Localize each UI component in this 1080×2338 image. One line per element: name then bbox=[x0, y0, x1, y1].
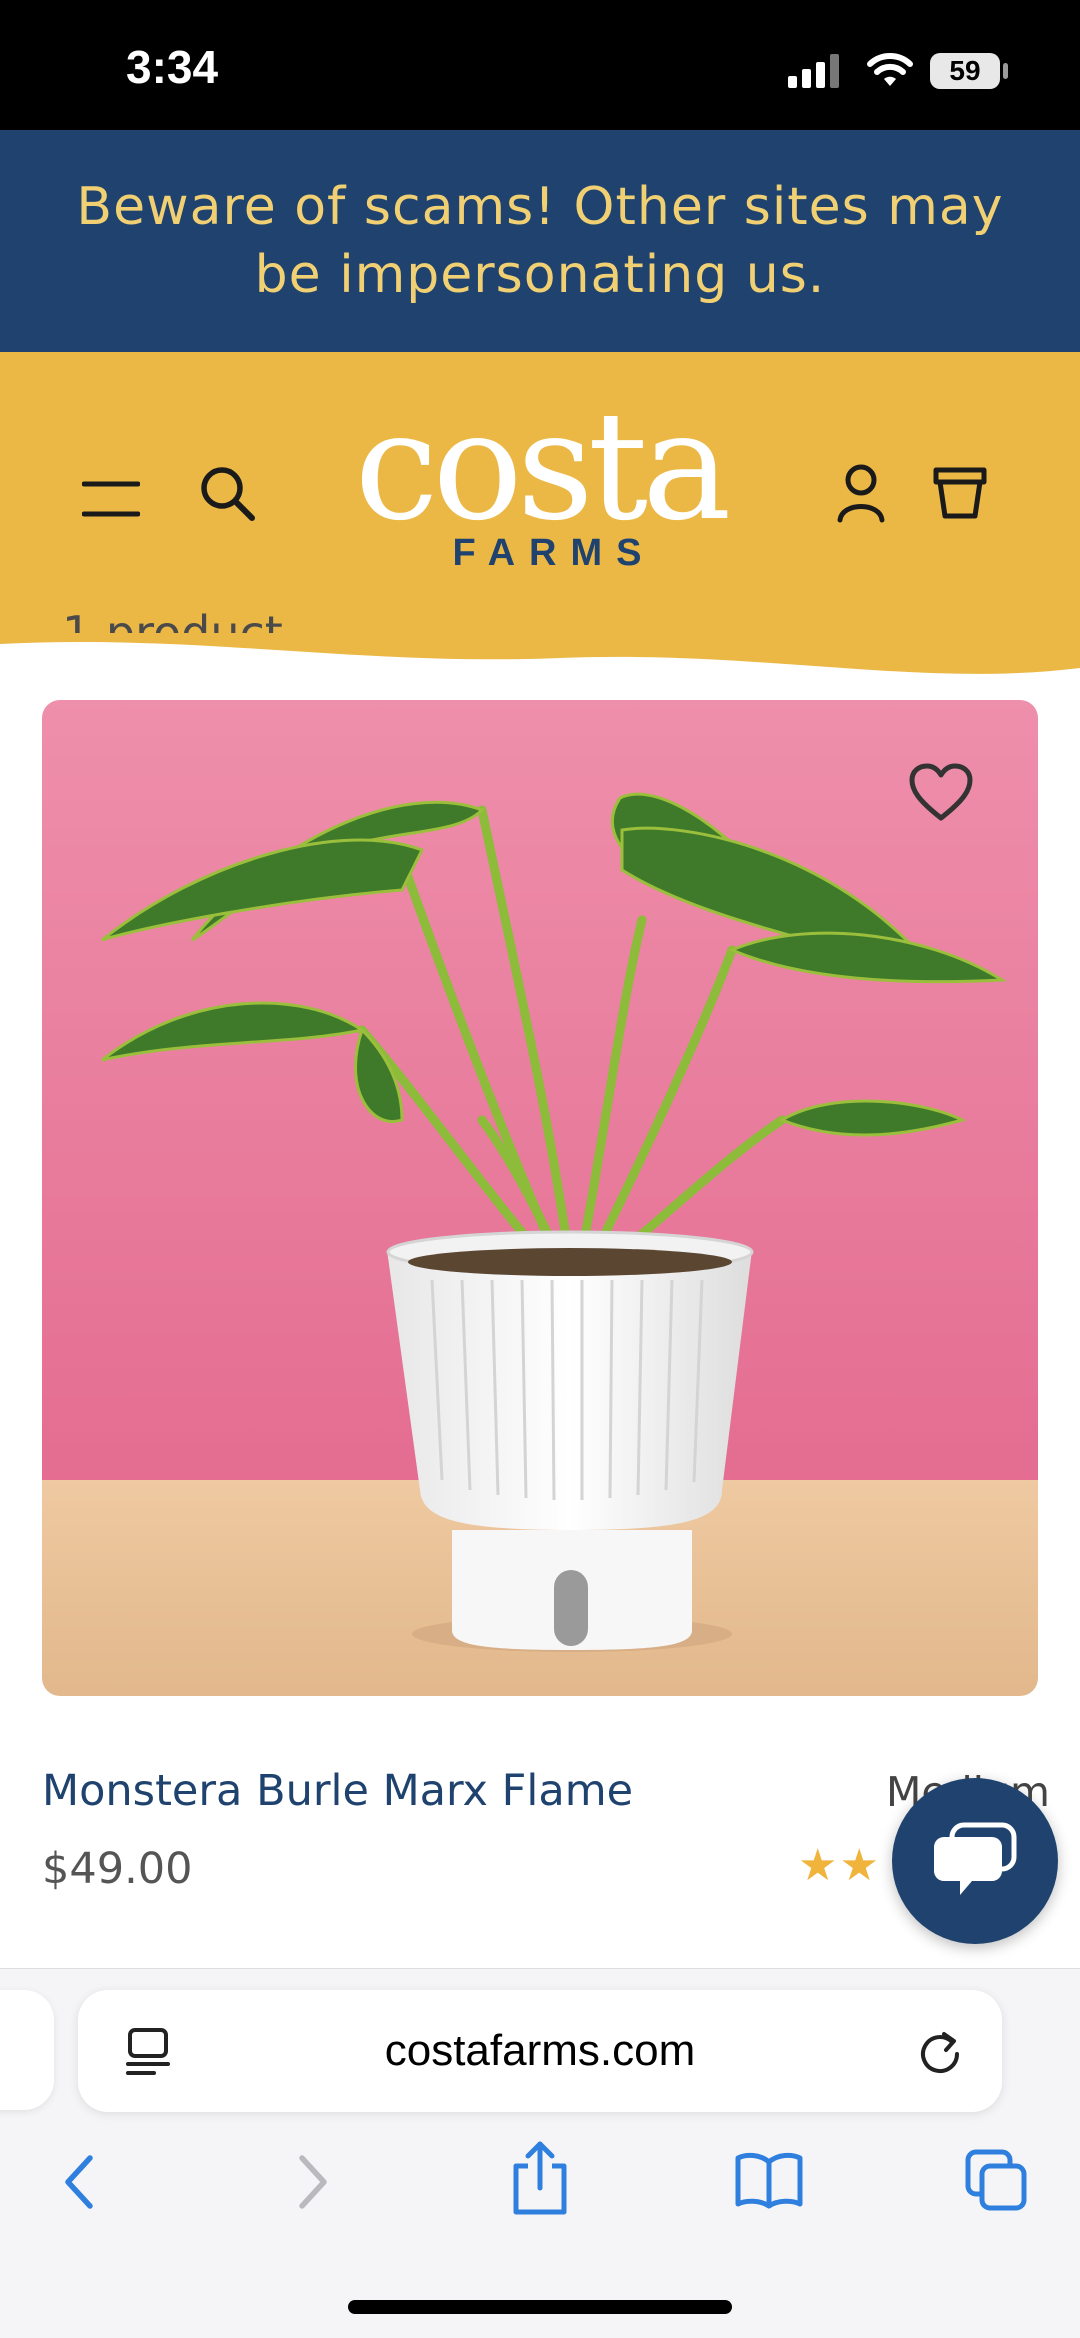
forward-icon[interactable] bbox=[290, 2152, 334, 2212]
chat-icon bbox=[934, 1822, 1017, 1895]
wifi-icon bbox=[867, 53, 913, 86]
wishlist-heart-icon[interactable] bbox=[908, 762, 974, 822]
share-icon[interactable] bbox=[508, 2140, 572, 2216]
rating-stars: ★★ bbox=[798, 1841, 881, 1890]
signal-icon bbox=[788, 54, 839, 88]
bookmarks-icon[interactable] bbox=[734, 2150, 804, 2210]
chat-button[interactable] bbox=[892, 1778, 1058, 1944]
scam-warning-banner: Beware of scams! Other sites may be impe… bbox=[0, 130, 1080, 352]
scam-warning-text: Beware of scams! Other sites may be impe… bbox=[76, 177, 1004, 305]
home-indicator bbox=[348, 2300, 732, 2314]
product-price: $49.00 bbox=[42, 1844, 193, 1894]
cart-icon[interactable] bbox=[932, 464, 988, 520]
logo-wordmark[interactable]: costa bbox=[0, 392, 1080, 542]
logo-subtitle: FARMS bbox=[452, 532, 656, 574]
previous-tab-peek[interactable] bbox=[0, 1990, 54, 2110]
product-image[interactable] bbox=[42, 700, 1038, 1696]
product-title[interactable]: Monstera Burle Marx Flame bbox=[42, 1766, 633, 1816]
battery-indicator: 59 bbox=[930, 53, 1000, 89]
status-time: 3:34 bbox=[126, 41, 219, 93]
back-icon[interactable] bbox=[58, 2152, 102, 2212]
reload-icon[interactable] bbox=[916, 2028, 964, 2076]
url-text[interactable]: costafarms.com bbox=[78, 2026, 1002, 2076]
account-icon[interactable] bbox=[836, 462, 886, 524]
battery-tip bbox=[1003, 63, 1008, 79]
status-bar: 3:34 59 bbox=[0, 0, 1080, 130]
tabs-icon[interactable] bbox=[964, 2148, 1028, 2212]
address-bar[interactable]: costafarms.com bbox=[78, 1990, 1002, 2112]
